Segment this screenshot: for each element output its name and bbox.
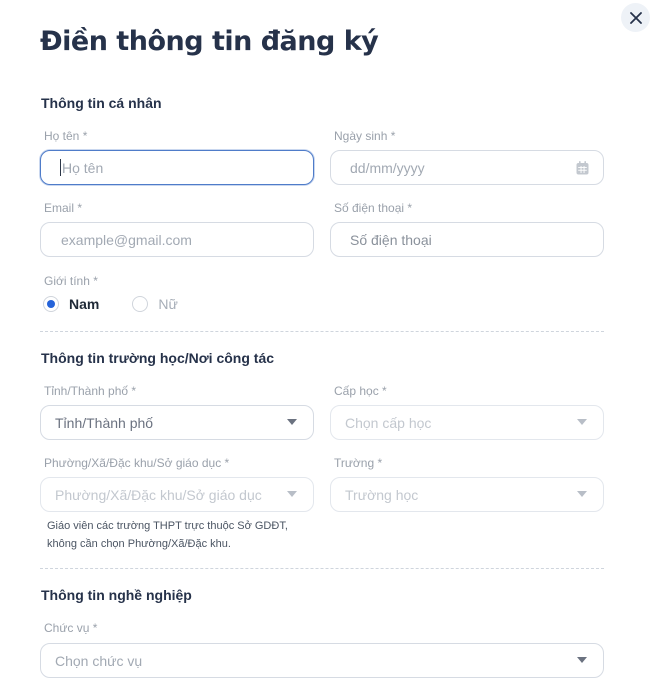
gender-radio-group: Nam Nữ bbox=[43, 296, 178, 312]
phone-label: Số điện thoại * bbox=[334, 201, 413, 215]
name-label: Họ tên * bbox=[44, 129, 88, 143]
ward-placeholder: Phường/Xã/Đặc khu/Sở giáo dục bbox=[55, 486, 262, 503]
page-title: Điền thông tin đăng ký bbox=[40, 26, 379, 57]
hint-line-2: không cần chọn Phường/Xã/Đặc khu. bbox=[47, 538, 231, 550]
chevron-down-icon bbox=[287, 491, 297, 497]
phone-placeholder: Số điện thoại bbox=[350, 231, 432, 248]
text-cursor bbox=[60, 159, 61, 176]
school-select[interactable]: Trường học bbox=[330, 477, 604, 512]
chevron-down-icon bbox=[577, 491, 587, 497]
dob-label: Ngày sinh * bbox=[334, 129, 396, 143]
divider bbox=[40, 568, 604, 569]
chevron-down-icon bbox=[577, 657, 587, 663]
hint-line-1: Giáo viên các trường THPT trực thuộc Sở … bbox=[47, 520, 288, 532]
section-title-school: Thông tin trường học/Nơi công tác bbox=[41, 350, 275, 366]
level-label: Cấp học * bbox=[334, 384, 387, 398]
position-select[interactable]: Chọn chức vụ bbox=[40, 643, 604, 678]
gender-female-label: Nữ bbox=[158, 296, 178, 312]
close-button[interactable] bbox=[621, 3, 650, 32]
email-placeholder: example@gmail.com bbox=[61, 231, 192, 248]
level-placeholder: Chọn cấp học bbox=[345, 414, 432, 431]
chevron-down-icon bbox=[577, 419, 587, 425]
radio-male[interactable] bbox=[43, 296, 59, 312]
gender-label: Giới tính * bbox=[44, 274, 98, 288]
ward-select[interactable]: Phường/Xã/Đặc khu/Sở giáo dục bbox=[40, 477, 314, 512]
divider bbox=[40, 331, 604, 332]
school-label: Trường * bbox=[334, 456, 383, 470]
name-input[interactable]: Họ tên bbox=[40, 150, 314, 185]
gender-option-female[interactable]: Nữ bbox=[132, 296, 178, 312]
ward-label: Phường/Xã/Đặc khu/Sở giáo dục * bbox=[44, 456, 230, 470]
section-title-personal: Thông tin cá nhân bbox=[41, 95, 162, 111]
email-input[interactable]: example@gmail.com bbox=[40, 222, 314, 257]
position-label: Chức vụ * bbox=[44, 621, 98, 635]
phone-input[interactable]: Số điện thoại bbox=[330, 222, 604, 257]
position-placeholder: Chọn chức vụ bbox=[55, 652, 143, 669]
gender-male-label: Nam bbox=[69, 296, 100, 312]
email-label: Email * bbox=[44, 201, 83, 215]
name-placeholder: Họ tên bbox=[62, 159, 104, 176]
calendar-icon[interactable] bbox=[576, 161, 589, 175]
school-placeholder: Trường học bbox=[345, 486, 419, 503]
dob-input[interactable]: dd/mm/yyyy bbox=[330, 150, 604, 185]
chevron-down-icon bbox=[287, 419, 297, 425]
radio-female[interactable] bbox=[132, 296, 149, 312]
close-icon bbox=[629, 11, 642, 24]
province-value: Tỉnh/Thành phố bbox=[55, 414, 154, 431]
section-title-career: Thông tin nghề nghiệp bbox=[41, 587, 192, 603]
gender-option-male[interactable]: Nam bbox=[43, 296, 99, 312]
level-select[interactable]: Chọn cấp học bbox=[330, 405, 604, 440]
province-select[interactable]: Tỉnh/Thành phố bbox=[40, 405, 314, 440]
dob-placeholder: dd/mm/yyyy bbox=[350, 159, 425, 176]
province-label: Tỉnh/Thành phố * bbox=[44, 384, 137, 398]
ward-hint: Giáo viên các trường THPT trực thuộc Sở … bbox=[47, 517, 347, 553]
